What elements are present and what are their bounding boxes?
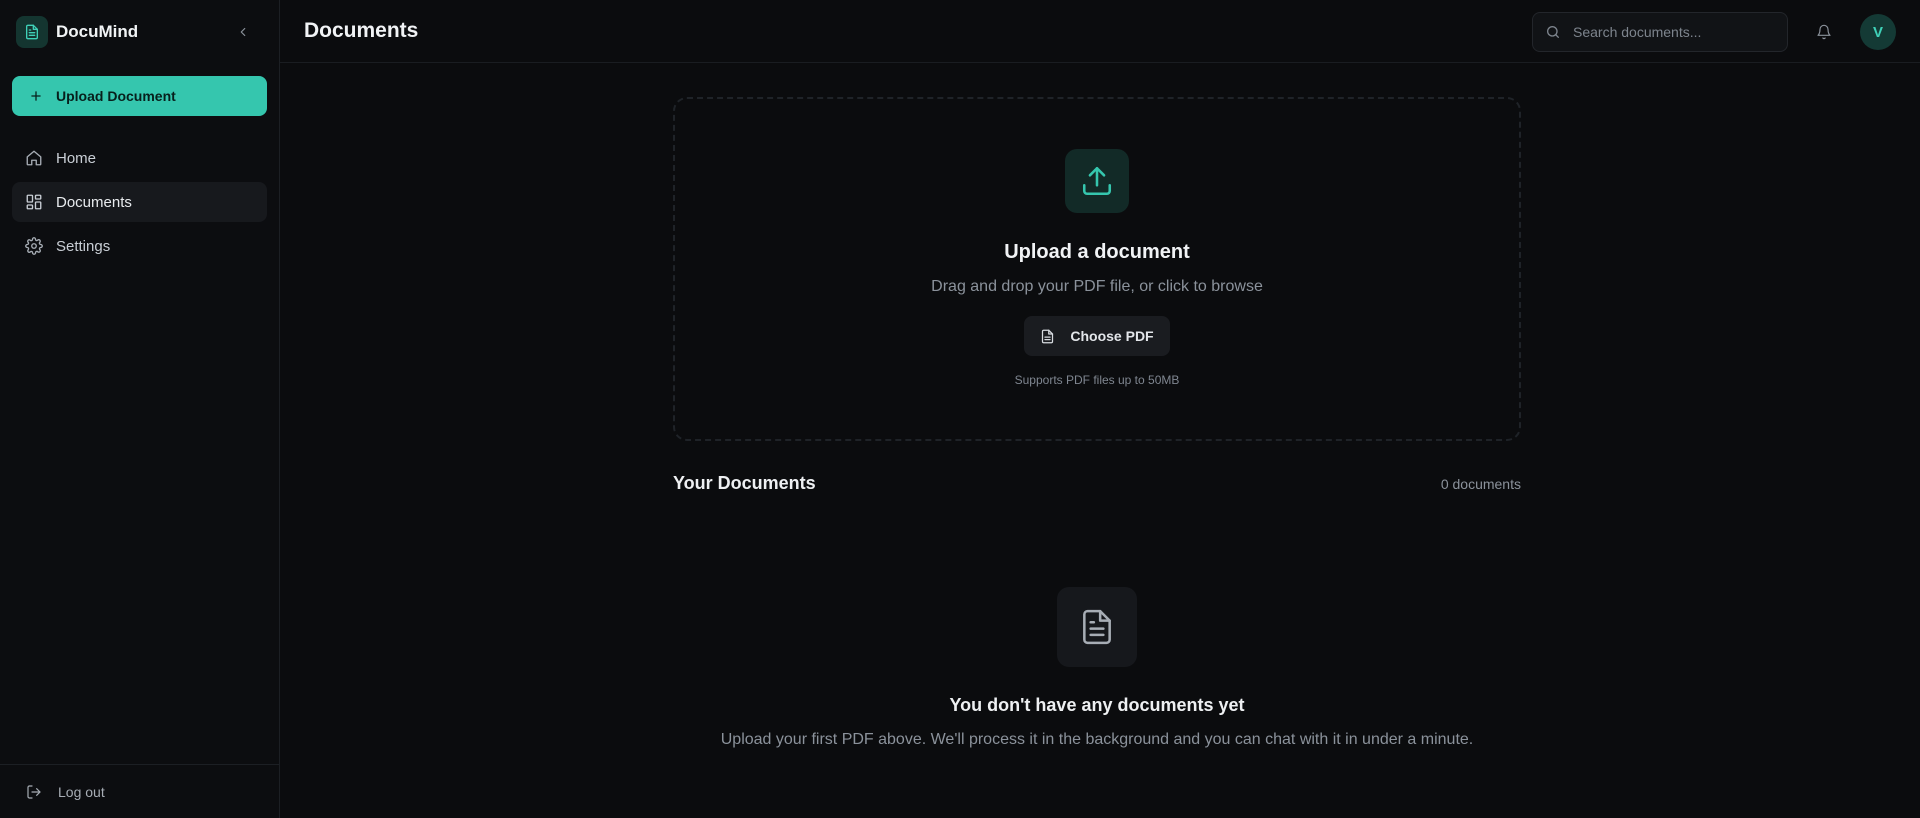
app-root: DocuMind Upload Document Home Documents …	[0, 0, 1920, 818]
chevron-left-icon[interactable]	[233, 22, 253, 42]
upload-document-button[interactable]: Upload Document	[12, 76, 267, 116]
page-title: Documents	[304, 19, 419, 42]
choose-pdf-label: Choose PDF	[1070, 328, 1154, 344]
document-icon	[1057, 587, 1137, 667]
content: Upload a document Drag and drop your PDF…	[280, 63, 1920, 818]
sidebar-nav: Home Documents Settings	[0, 134, 279, 266]
empty-title: You don't have any documents yet	[949, 695, 1245, 715]
plus-icon	[28, 88, 44, 104]
documents-title: Your Documents	[673, 473, 816, 493]
documents-count: 0 documents	[1440, 475, 1521, 492]
choose-pdf-button[interactable]: Choose PDF	[1024, 316, 1170, 356]
sidebar-item-label: Settings	[56, 237, 111, 255]
sidebar-item-label: Home	[56, 149, 97, 167]
home-icon	[24, 148, 44, 168]
brand-name: DocuMind	[56, 21, 139, 41]
sidebar-item-label: Documents	[56, 193, 132, 211]
upload-icon	[1065, 149, 1129, 213]
sidebar-item-settings[interactable]: Settings	[12, 226, 267, 266]
search-box	[1532, 12, 1788, 52]
gear-icon	[24, 236, 44, 256]
sidebar-item-documents[interactable]: Documents	[12, 182, 267, 222]
brand: DocuMind	[0, 0, 279, 63]
logout-label: Log out	[58, 783, 105, 800]
upload-document-label: Upload Document	[56, 88, 176, 104]
upload-note: Supports PDF files up to 50MB	[1014, 373, 1180, 387]
empty-subtitle: Upload your first PDF above. We'll proce…	[720, 731, 1474, 748]
sidebar-item-home[interactable]: Home	[12, 138, 267, 178]
upload-title: Upload a document	[1004, 241, 1190, 263]
search-input[interactable]	[1573, 24, 1773, 40]
sidebar: DocuMind Upload Document Home Documents …	[0, 0, 280, 818]
logout-button[interactable]: Log out	[0, 764, 279, 818]
topbar: Documents V	[280, 0, 1920, 63]
upload-subtitle: Drag and drop your PDF file, or click to…	[931, 278, 1263, 295]
documents-header: Your Documents 0 documents	[673, 473, 1521, 494]
main-area: Documents V Upload a document Drag and d…	[280, 0, 1920, 818]
upload-dropzone[interactable]: Upload a document Drag and drop your PDF…	[673, 97, 1521, 441]
file-icon	[1040, 328, 1056, 344]
logout-icon	[26, 783, 44, 801]
avatar[interactable]: V	[1860, 14, 1896, 50]
search-icon	[1545, 23, 1563, 41]
document-logo-icon	[16, 15, 48, 48]
grid-icon	[24, 192, 44, 212]
empty-state: You don't have any documents yet Upload …	[673, 587, 1521, 749]
bell-icon[interactable]	[1814, 22, 1834, 42]
